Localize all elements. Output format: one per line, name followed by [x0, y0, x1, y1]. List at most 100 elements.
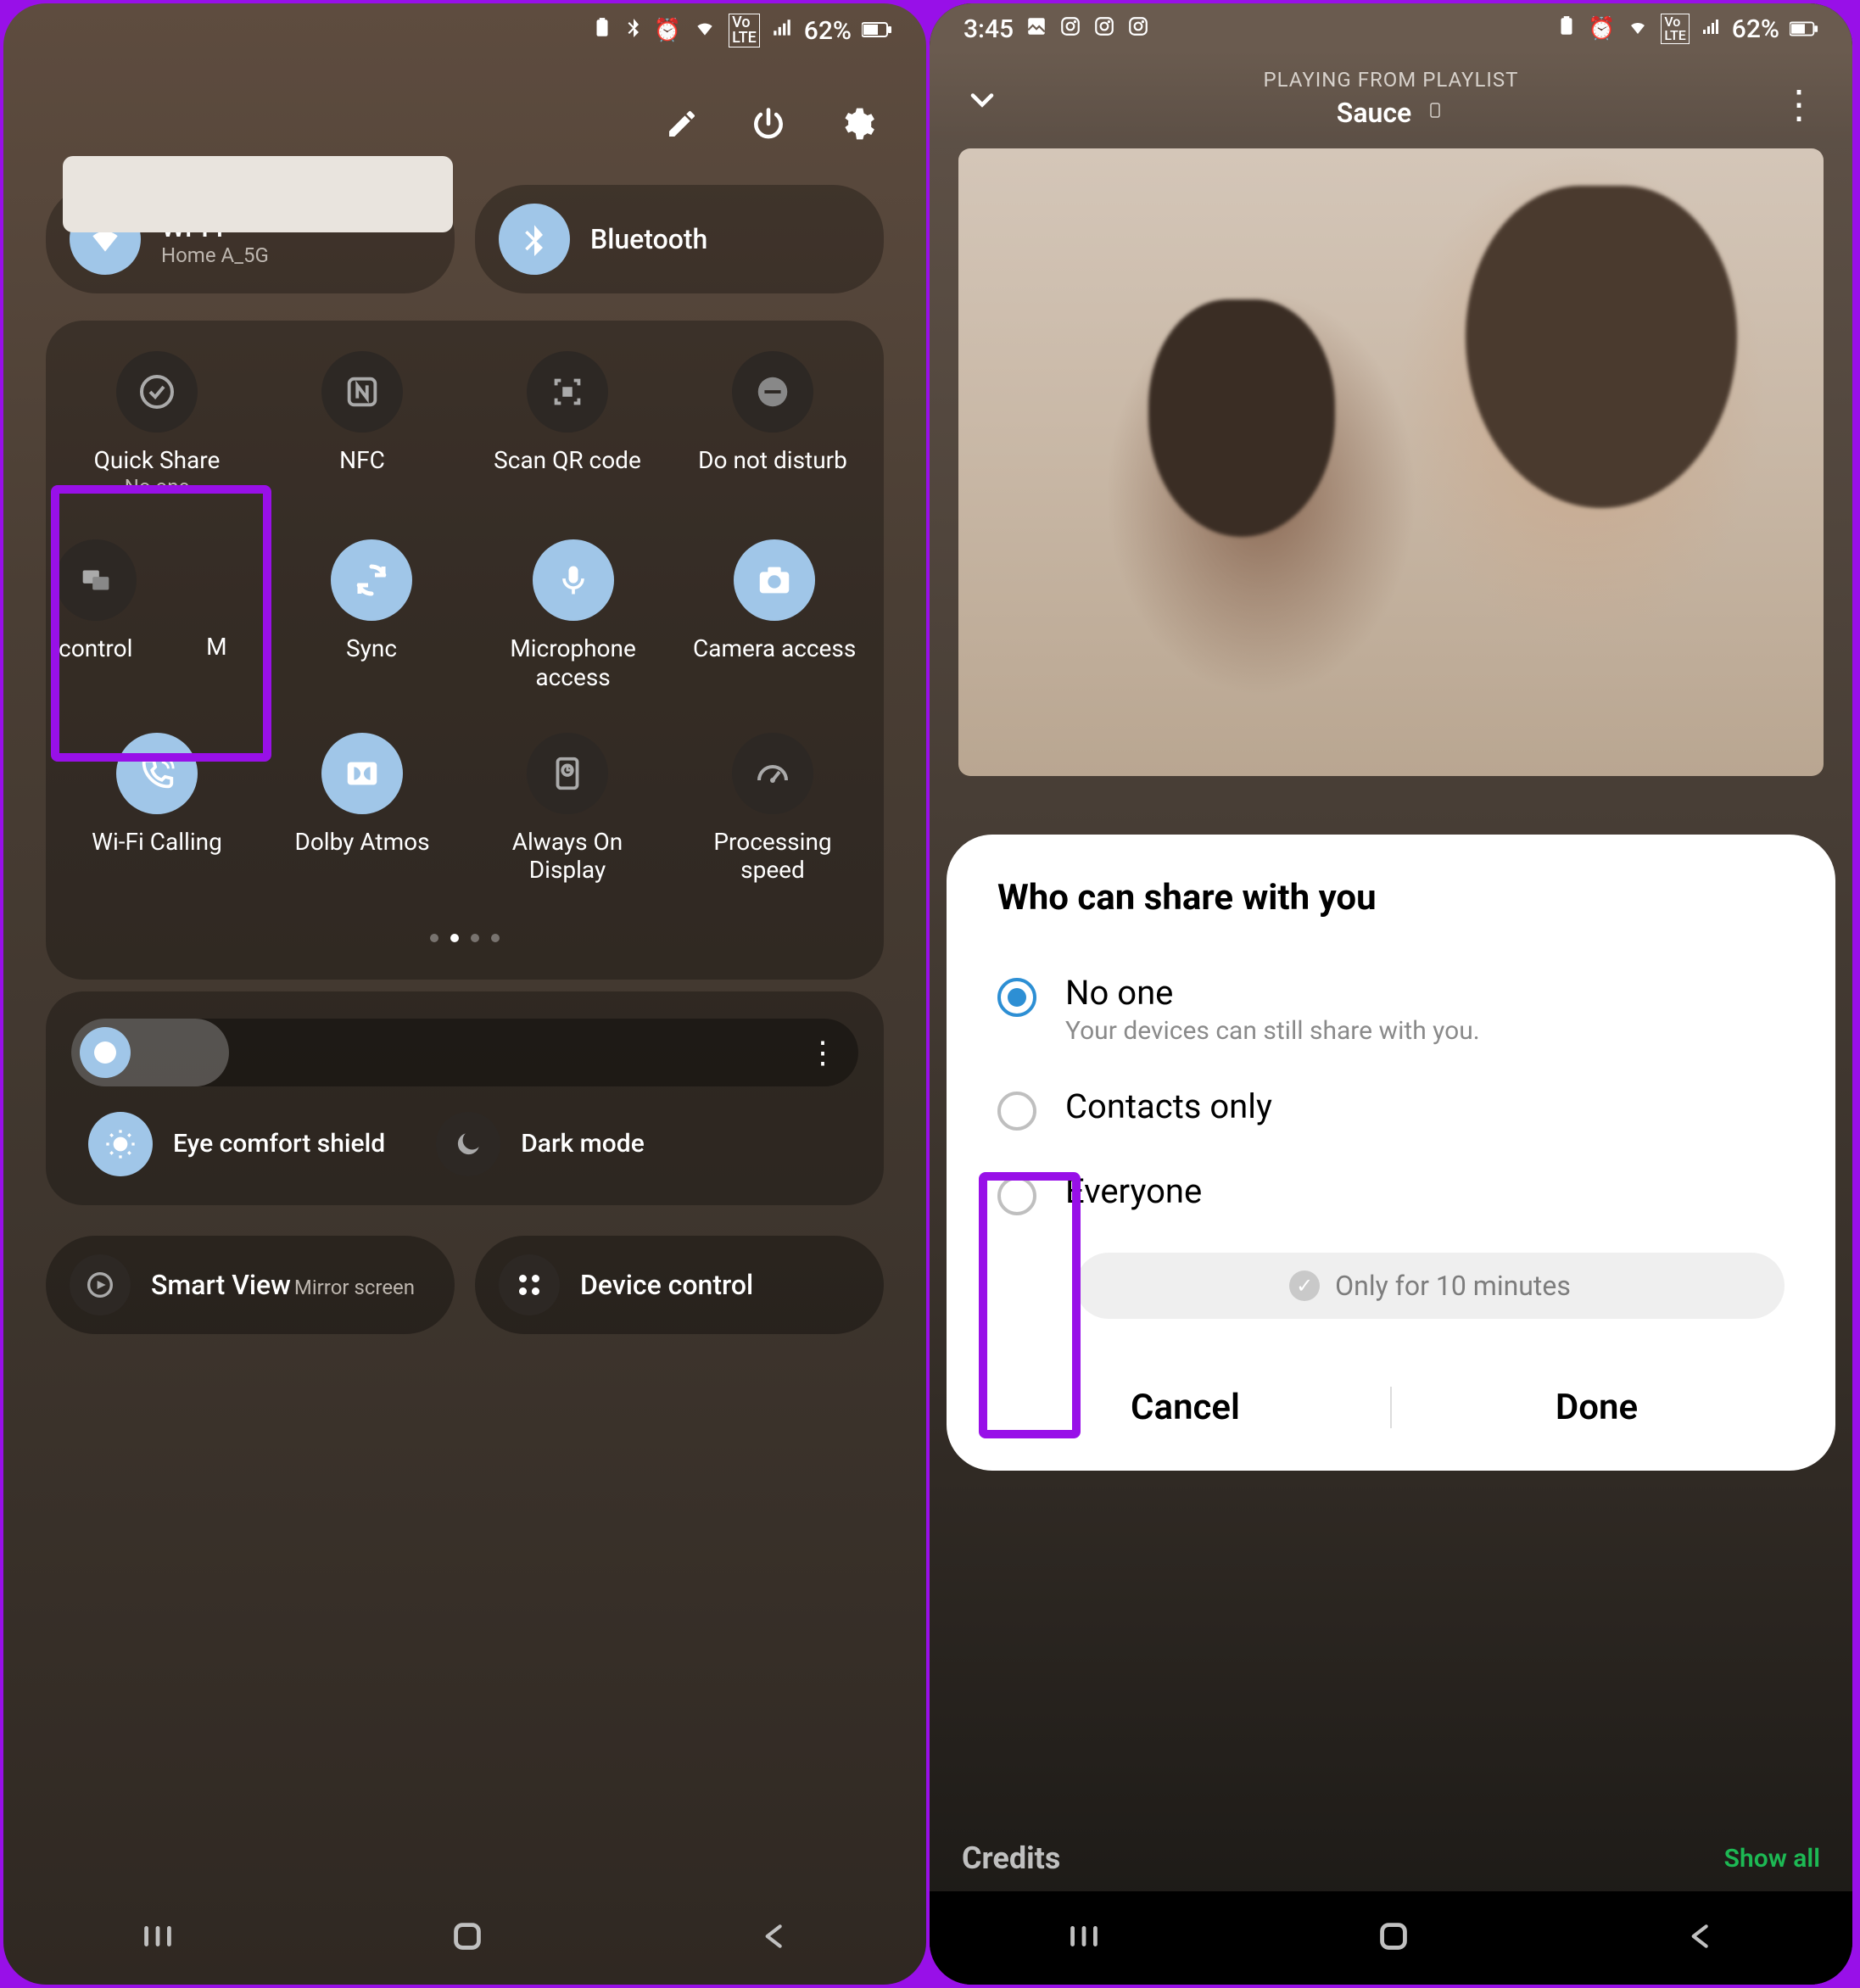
camera-icon	[734, 539, 815, 621]
edit-icon[interactable]	[665, 107, 699, 144]
nav-home-icon[interactable]	[1374, 1917, 1413, 1959]
done-button[interactable]: Done	[1392, 1387, 1801, 1428]
toggle-eye-comfort[interactable]: Eye comfort shield	[88, 1112, 385, 1176]
device-control-icon	[499, 1254, 560, 1315]
chip-only-10-min[interactable]: ✓ Only for 10 minutes	[1075, 1253, 1785, 1319]
smart-view-icon	[70, 1254, 131, 1315]
battery-icon	[862, 16, 892, 46]
share-dialog-sheet: Who can share with you No one Your devic…	[947, 835, 1835, 1471]
tile-camera[interactable]: Camera access	[681, 539, 868, 691]
option-contacts-only[interactable]: Contacts only	[980, 1066, 1801, 1151]
settings-gear-icon[interactable]	[838, 105, 875, 146]
nav-bar-left	[3, 1891, 926, 1985]
tile-nfc[interactable]: NFC	[269, 351, 455, 499]
tile-wifi-calling[interactable]: Wi-Fi Calling	[64, 733, 250, 885]
bluetooth-status-icon	[623, 14, 644, 47]
option-no-one[interactable]: No one Your devices can still share with…	[980, 952, 1801, 1066]
battery-saver-icon-r	[1556, 15, 1578, 43]
bluetooth-toggle[interactable]: Bluetooth	[475, 185, 884, 293]
nav-recents-icon[interactable]	[138, 1917, 177, 1959]
nav-recents-icon[interactable]	[1064, 1917, 1103, 1959]
nav-back-icon[interactable]	[757, 1917, 791, 1959]
bluetooth-label: Bluetooth	[590, 223, 707, 255]
sheet-title: Who can share with you	[997, 877, 1785, 919]
instagram-icon-1	[1059, 14, 1081, 44]
radio-unselected-icon	[997, 1092, 1036, 1131]
tile-quick-share[interactable]: Quick Share No one	[64, 351, 250, 499]
brightness-slider[interactable]: ⋮	[71, 1019, 858, 1086]
wifi-calling-icon	[116, 733, 198, 814]
credits-row: Credits Show all	[962, 1825, 1820, 1891]
instagram-icon-2	[1093, 14, 1115, 44]
quick-share-icon	[116, 351, 198, 433]
nfc-icon	[321, 351, 403, 433]
quick-settings-top-actions	[3, 54, 926, 171]
dark-mode-icon	[436, 1112, 500, 1176]
dolby-icon	[321, 733, 403, 814]
brightness-icon	[80, 1027, 131, 1078]
tile-scan-qr[interactable]: Scan QR code	[474, 351, 661, 499]
toggle-dark-mode[interactable]: Dark mode	[436, 1112, 645, 1176]
volte-icon: VoLTE	[729, 14, 760, 47]
option-everyone[interactable]: Everyone	[980, 1151, 1801, 1236]
signal-icon	[770, 16, 794, 46]
battery-icon-r	[1790, 14, 1818, 44]
nav-bar-right	[930, 1891, 1852, 1985]
radio-unselected-icon	[997, 1176, 1036, 1215]
speed-icon	[732, 733, 813, 814]
tile-proc-speed[interactable]: Processing speed	[679, 733, 866, 885]
cancel-button[interactable]: Cancel	[980, 1387, 1392, 1428]
more-icon[interactable]: ⋮	[1779, 81, 1818, 128]
battery-percent: 62%	[804, 16, 852, 46]
show-all-link[interactable]: Show all	[1724, 1844, 1820, 1874]
wifi-status-icon	[691, 16, 718, 46]
brightness-more-icon[interactable]: ⋮	[807, 1035, 838, 1070]
tile-mic[interactable]: Microphone access	[480, 539, 667, 691]
tile-sync[interactable]: Sync	[278, 539, 465, 691]
gallery-icon	[1025, 14, 1047, 44]
brightness-card: ⋮ Eye comfort shield Dark mode	[46, 991, 884, 1205]
status-time: 3:45	[964, 14, 1014, 44]
tile-control[interactable]: control	[62, 539, 155, 691]
device-control-button[interactable]: Device control	[475, 1236, 884, 1334]
signal-icon-r	[1700, 14, 1722, 44]
check-icon: ✓	[1289, 1270, 1320, 1301]
status-bar-right: 3:45 ⏰ VoLTE	[930, 3, 1852, 51]
credits-label: Credits	[962, 1840, 1060, 1876]
sync-icon	[331, 539, 412, 621]
dnd-icon	[732, 351, 813, 433]
nav-home-icon[interactable]	[448, 1917, 487, 1959]
chevron-down-icon[interactable]	[964, 81, 1001, 129]
power-icon[interactable]	[750, 105, 787, 146]
microphone-icon	[533, 539, 614, 621]
qr-icon	[527, 351, 608, 433]
status-bar-left: ⏰ VoLTE 62%	[3, 3, 926, 54]
wifi-sublabel: Home A_5G	[161, 243, 269, 267]
tile-dolby[interactable]: Dolby Atmos	[269, 733, 455, 885]
bluetooth-icon	[499, 204, 570, 275]
album-cover	[958, 148, 1824, 776]
radio-selected-icon	[997, 978, 1036, 1017]
alarm-icon-r: ⏰	[1588, 16, 1615, 42]
tile-aod[interactable]: Always On Display	[474, 733, 661, 885]
dual-screenshot-container: ⏰ VoLTE 62%	[0, 0, 1860, 1988]
eye-comfort-icon	[88, 1112, 153, 1176]
wifi-status-icon-r	[1625, 14, 1651, 44]
blank-overlay	[63, 156, 453, 232]
tile-dnd[interactable]: Do not disturb	[679, 351, 866, 499]
volte-icon-r: VoLTE	[1661, 14, 1689, 44]
playlist-badge-icon	[1425, 97, 1445, 129]
phone-quick-settings: ⏰ VoLTE 62%	[3, 3, 926, 1985]
smart-view-button[interactable]: Smart View Mirror screen	[46, 1236, 455, 1334]
instagram-icon-3	[1127, 14, 1149, 44]
playlist-name: Sauce	[1337, 97, 1411, 129]
sheet-actions: Cancel Done	[980, 1370, 1801, 1437]
battery-saver-icon	[591, 17, 613, 45]
playing-from-label: PLAYING FROM PLAYLIST	[930, 68, 1852, 92]
tile-m[interactable]: M	[170, 539, 263, 691]
aod-icon	[527, 733, 608, 814]
page-indicator[interactable]	[54, 925, 875, 963]
control-icon	[55, 539, 137, 621]
battery-percent-r: 62%	[1732, 14, 1779, 44]
nav-back-icon[interactable]	[1684, 1917, 1718, 1959]
